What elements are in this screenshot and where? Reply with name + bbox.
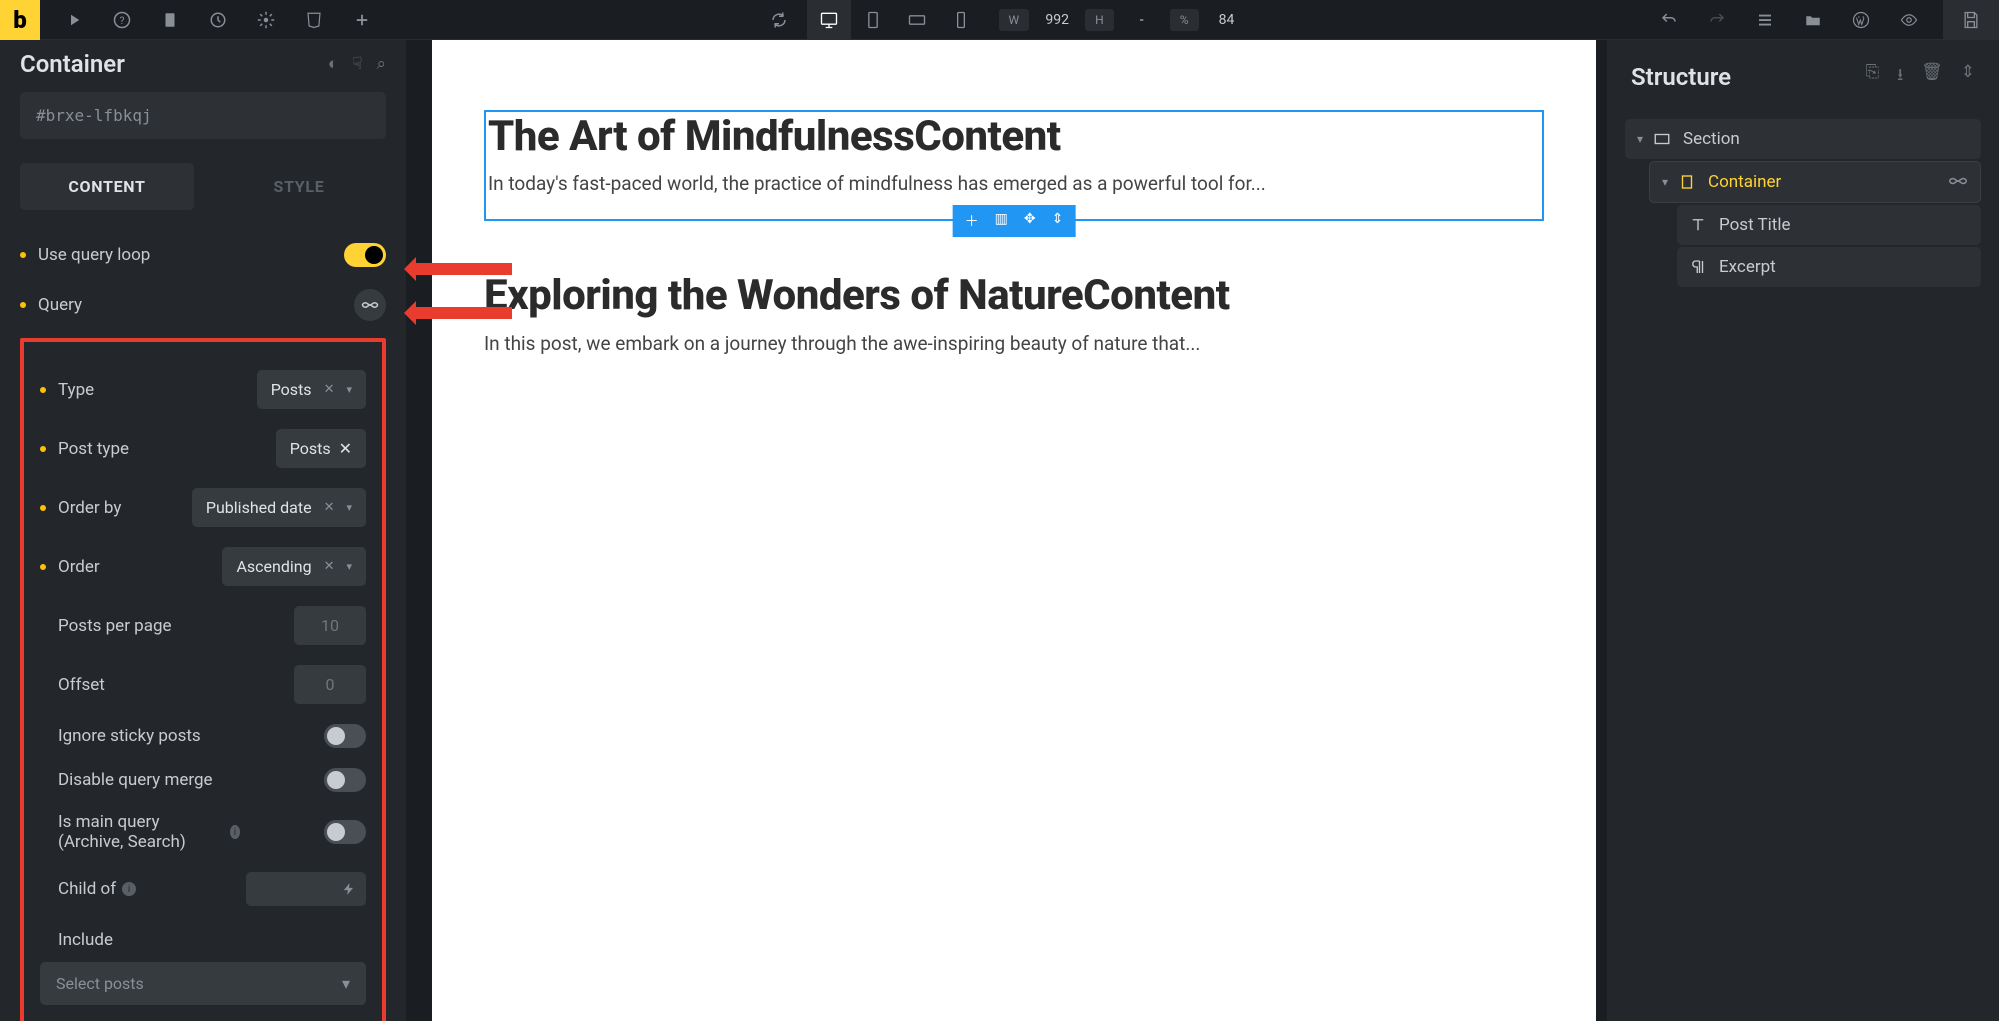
chevron-down-icon[interactable]: ▾ xyxy=(1637,132,1643,146)
query-label: Query xyxy=(38,295,82,315)
post-type-tag[interactable]: Posts✕ xyxy=(276,429,366,468)
child-of-input[interactable] xyxy=(246,872,366,906)
history-icon[interactable] xyxy=(208,10,228,30)
text-icon xyxy=(1689,216,1707,234)
exclude-label: Exclude xyxy=(40,1005,366,1021)
include-select[interactable]: Select posts▾ xyxy=(40,962,366,1005)
width-value[interactable]: 992 xyxy=(1037,12,1077,28)
play-icon[interactable] xyxy=(64,10,84,30)
height-value[interactable]: - xyxy=(1122,12,1162,28)
svg-text:?: ? xyxy=(120,13,125,26)
annotation-arrow-2 xyxy=(404,297,514,329)
loop-icon xyxy=(1948,172,1968,192)
is-main-toggle[interactable] xyxy=(324,820,366,844)
device-tablet-portrait[interactable] xyxy=(851,0,895,40)
help-icon[interactable]: ? xyxy=(112,10,132,30)
list-icon[interactable] xyxy=(1755,10,1775,30)
device-desktop[interactable] xyxy=(807,0,851,40)
panel-title: Container xyxy=(20,50,125,78)
ignore-sticky-label: Ignore sticky posts xyxy=(58,726,201,746)
height-label: H xyxy=(1085,9,1114,31)
ignore-sticky-toggle[interactable] xyxy=(324,724,366,748)
trash-icon[interactable]: 🗑 xyxy=(1921,62,1943,91)
device-tablet-landscape[interactable] xyxy=(895,0,939,40)
width-label: W xyxy=(999,9,1030,31)
post-title: Exploring the Wonders of NatureContent xyxy=(484,271,1544,321)
wordpress-icon[interactable] xyxy=(1851,10,1871,30)
preview-icon[interactable] xyxy=(1899,10,1919,30)
type-select[interactable]: Posts✕▾ xyxy=(257,370,366,409)
disable-merge-toggle[interactable] xyxy=(324,768,366,792)
download-icon[interactable]: ⭳ xyxy=(1897,62,1903,91)
pointer-icon[interactable]: ☟ xyxy=(352,54,362,74)
child-of-label: Child of xyxy=(58,879,116,899)
element-id-input[interactable] xyxy=(20,92,386,139)
sel-stretch-icon[interactable]: ⇕ xyxy=(1044,209,1072,233)
disable-merge-label: Disable query merge xyxy=(58,770,213,790)
query-settings-box: Type Posts✕▾ Post type Posts✕ Order by P… xyxy=(20,338,386,1021)
tab-content[interactable]: CONTENT xyxy=(20,163,194,210)
post-excerpt[interactable]: In today's fast-paced world, the practic… xyxy=(488,172,1540,195)
copy-icon[interactable]: ⎘ xyxy=(1866,62,1880,91)
post-loop-item[interactable]: The Art of MindfulnessContent In today's… xyxy=(484,110,1544,221)
tree-post-title[interactable]: Post Title xyxy=(1677,205,1981,245)
sel-columns-icon[interactable]: ▥ xyxy=(987,209,1016,233)
structure-title: Structure xyxy=(1631,63,1731,91)
paragraph-icon xyxy=(1689,258,1707,276)
container-icon xyxy=(1678,173,1696,191)
posts-per-page-label: Posts per page xyxy=(58,616,172,636)
gear-icon[interactable] xyxy=(256,10,276,30)
tree-section[interactable]: ▾ Section xyxy=(1625,119,1981,159)
page-icon[interactable] xyxy=(160,10,180,30)
offset-input[interactable] xyxy=(294,665,366,704)
redo-icon[interactable] xyxy=(1707,10,1727,30)
tab-style[interactable]: STYLE xyxy=(212,163,386,210)
offset-label: Offset xyxy=(58,675,105,695)
save-button[interactable] xyxy=(1943,0,1999,40)
folder-icon[interactable] xyxy=(1803,10,1823,30)
canvas-page[interactable]: The Art of MindfulnessContent In today's… xyxy=(432,40,1596,1021)
undo-icon[interactable] xyxy=(1659,10,1679,30)
post-title[interactable]: The Art of MindfulnessContent xyxy=(488,112,1540,162)
css-icon[interactable] xyxy=(304,10,324,30)
reload-icon[interactable] xyxy=(769,10,789,30)
use-query-loop-label: Use query loop xyxy=(38,245,150,265)
post-type-label: Post type xyxy=(58,439,129,459)
include-label: Include xyxy=(40,916,366,954)
sel-move-icon[interactable]: ✥ xyxy=(1016,209,1044,233)
order-label: Order xyxy=(58,557,100,577)
section-icon xyxy=(1653,130,1671,148)
posts-per-page-input[interactable] xyxy=(294,606,366,645)
annotation-arrow-1 xyxy=(404,253,514,285)
query-loop-button[interactable] xyxy=(354,289,386,321)
use-query-loop-toggle[interactable] xyxy=(344,243,386,267)
device-mobile[interactable] xyxy=(939,0,983,40)
logo[interactable]: b xyxy=(0,0,40,40)
is-main-label: Is main query (Archive, Search) xyxy=(58,812,224,852)
tree-container[interactable]: ▾ Container xyxy=(1649,161,1981,203)
order-by-label: Order by xyxy=(58,498,121,518)
chevron-down-icon[interactable]: ▾ xyxy=(1662,175,1668,189)
expand-icon[interactable]: ⇕ xyxy=(1961,62,1975,91)
toggle-icon[interactable]: ◐ xyxy=(328,54,338,74)
sel-add-icon[interactable]: ＋ xyxy=(957,209,987,233)
order-select[interactable]: Ascending✕▾ xyxy=(222,547,366,586)
post-excerpt: In this post, we embark on a journey thr… xyxy=(484,332,1544,355)
post-loop-item[interactable]: Exploring the Wonders of NatureContent I… xyxy=(484,271,1544,354)
percent-value[interactable]: 84 xyxy=(1207,12,1247,28)
selection-toolbar: ＋ ▥ ✥ ⇕ xyxy=(953,205,1076,237)
search-icon[interactable]: ⌕ xyxy=(376,54,386,74)
type-label: Type xyxy=(58,380,94,400)
order-by-select[interactable]: Published date✕▾ xyxy=(192,488,366,527)
add-icon[interactable] xyxy=(352,10,372,30)
percent-label: % xyxy=(1170,9,1199,31)
tree-excerpt[interactable]: Excerpt xyxy=(1677,247,1981,287)
